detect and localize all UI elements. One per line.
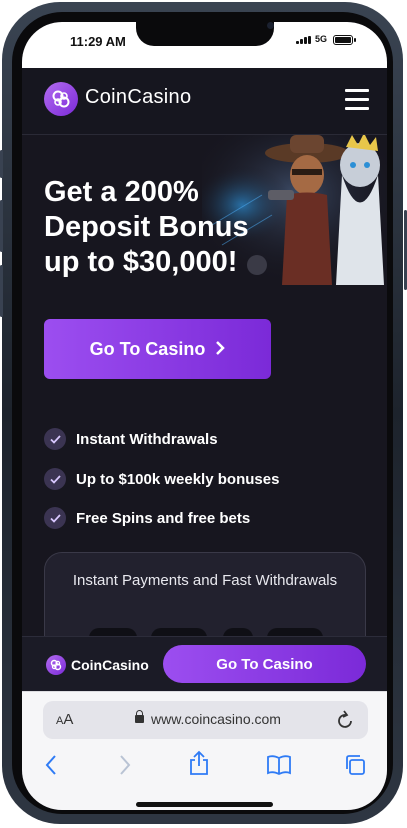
bookmarks-icon[interactable] (266, 754, 292, 776)
status-time: 11:29 AM (70, 34, 126, 49)
check-icon (44, 507, 66, 529)
volume-down-button (0, 265, 3, 317)
chevron-right-icon (215, 339, 226, 360)
network-label: 5G (315, 34, 328, 44)
share-icon[interactable] (189, 750, 209, 776)
volume-up-button (0, 200, 3, 252)
reload-icon[interactable] (337, 710, 355, 730)
action-button (0, 150, 3, 178)
camera-icon (267, 22, 274, 29)
feature-item: Free Spins and free bets (44, 507, 250, 529)
reader-text-size-icon[interactable]: AA (56, 711, 73, 728)
lock-icon (135, 710, 144, 723)
check-icon (44, 428, 66, 450)
tabs-icon[interactable] (344, 754, 366, 776)
feature-item: Instant Withdrawals (44, 428, 218, 450)
site-header: CoinCasino (22, 68, 387, 135)
coincasino-logo-icon[interactable] (46, 655, 66, 675)
card-title: Instant Payments and Fast Withdrawals (72, 572, 338, 589)
hamburger-menu-icon[interactable] (345, 88, 369, 112)
feature-label: Free Spins and free bets (76, 509, 251, 527)
brand-name[interactable]: CoinCasino (85, 86, 191, 109)
coincasino-logo-icon[interactable] (44, 82, 78, 116)
status-bar: 11:29 AM 5G (22, 22, 387, 68)
address-bar[interactable]: AA www.coincasino.com (43, 701, 368, 739)
hero-headline: Get a 200% Deposit Bonus up to $30,000! (44, 176, 249, 278)
cta-label: Go To Casino (89, 338, 206, 359)
aa-large: A (63, 711, 74, 728)
sticky-go-to-casino-button[interactable]: Go To Casino (163, 645, 366, 683)
home-indicator[interactable] (136, 802, 273, 807)
phone-screen: 11:29 AM 5G CoinCasino Get a 200% Deposi… (22, 22, 387, 810)
feature-item: Up to $100k weekly bonuses (44, 468, 279, 490)
url-text[interactable]: www.coincasino.com (151, 711, 281, 727)
feature-label: Up to $100k weekly bonuses (76, 470, 280, 488)
go-to-casino-button[interactable]: Go To Casino (44, 319, 271, 379)
forward-arrow-icon[interactable] (118, 754, 132, 776)
back-arrow-icon[interactable] (44, 754, 58, 776)
battery-icon (333, 35, 356, 45)
sticky-brand-name[interactable]: CoinCasino (71, 657, 149, 673)
signal-icon (296, 36, 312, 44)
dynamic-island (136, 22, 274, 46)
sticky-footer-bar: CoinCasino Go To Casino (22, 636, 387, 692)
hero-section: Get a 200% Deposit Bonus up to $30,000! … (22, 135, 387, 694)
check-icon (44, 468, 66, 490)
feature-label: Instant Withdrawals (76, 430, 218, 448)
safari-bottom-bar: AA www.coincasino.com (22, 691, 387, 810)
